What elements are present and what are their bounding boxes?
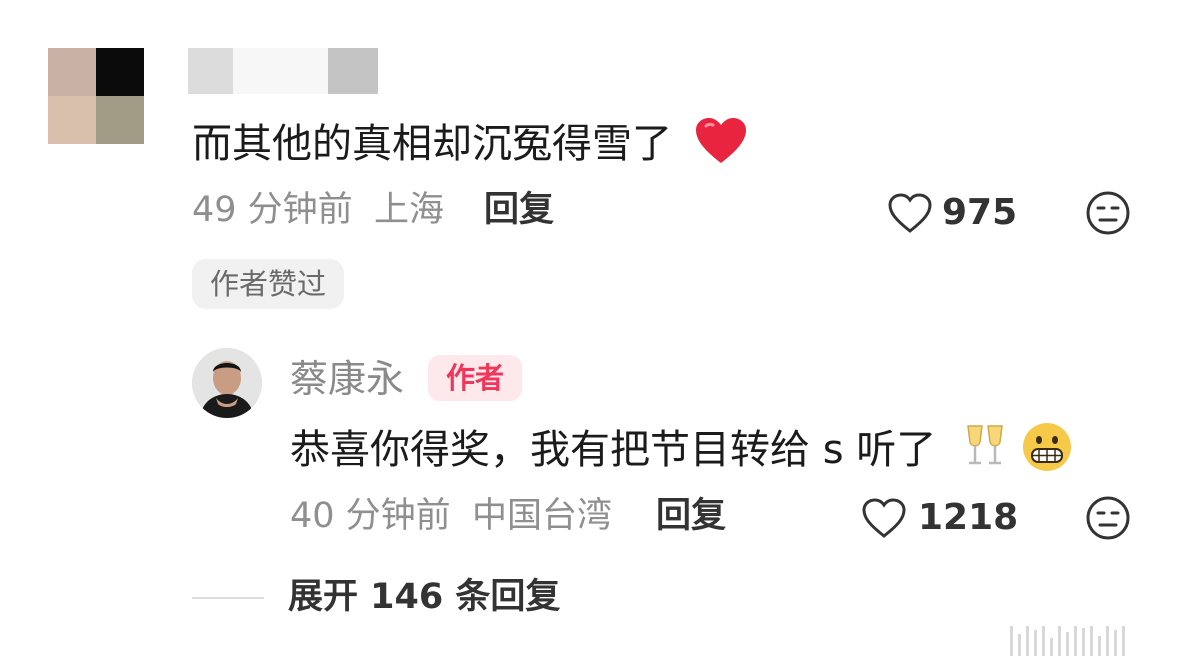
comment-body: 而其他的真相却沉冤得雪了 <box>192 121 672 167</box>
like-heart-icon[interactable] <box>860 496 908 540</box>
expand-replies-button[interactable]: 展开 146 条回复 <box>288 574 560 620</box>
like-count: 1218 <box>918 497 1019 538</box>
dislike-face-icon[interactable] <box>1084 494 1132 542</box>
reply-button[interactable]: 回复 <box>656 494 726 538</box>
reply-time: 40 分钟前 <box>290 496 451 536</box>
person-photo-icon <box>192 348 262 418</box>
comment-text: 而其他的真相却沉冤得雪了 <box>192 120 672 168</box>
heart-icon <box>696 118 746 163</box>
comment-location: 上海 <box>374 190 445 230</box>
avatar[interactable] <box>48 48 144 144</box>
reply-button[interactable]: 回复 <box>484 188 554 232</box>
author-avatar[interactable] <box>192 348 262 418</box>
username-blurred[interactable] <box>188 48 378 94</box>
reply-text: 恭喜你得奖，我有把节目转给 s 听了 <box>290 427 937 473</box>
divider <box>192 597 264 599</box>
author-badge: 作者 <box>428 355 523 401</box>
author-liked-tag: 作者赞过 <box>192 259 345 309</box>
reply-location: 中国台湾 <box>472 496 613 536</box>
like-count: 975 <box>942 192 1018 233</box>
dislike-face-icon[interactable] <box>1084 189 1132 237</box>
comment-time: 49 分钟前 <box>192 190 353 230</box>
like-heart-icon[interactable] <box>886 191 934 235</box>
author-name[interactable]: 蔡康永 <box>290 356 404 402</box>
grimace-icon <box>1023 423 1071 471</box>
champagne-icon <box>967 425 1003 465</box>
watermark <box>1010 622 1125 656</box>
